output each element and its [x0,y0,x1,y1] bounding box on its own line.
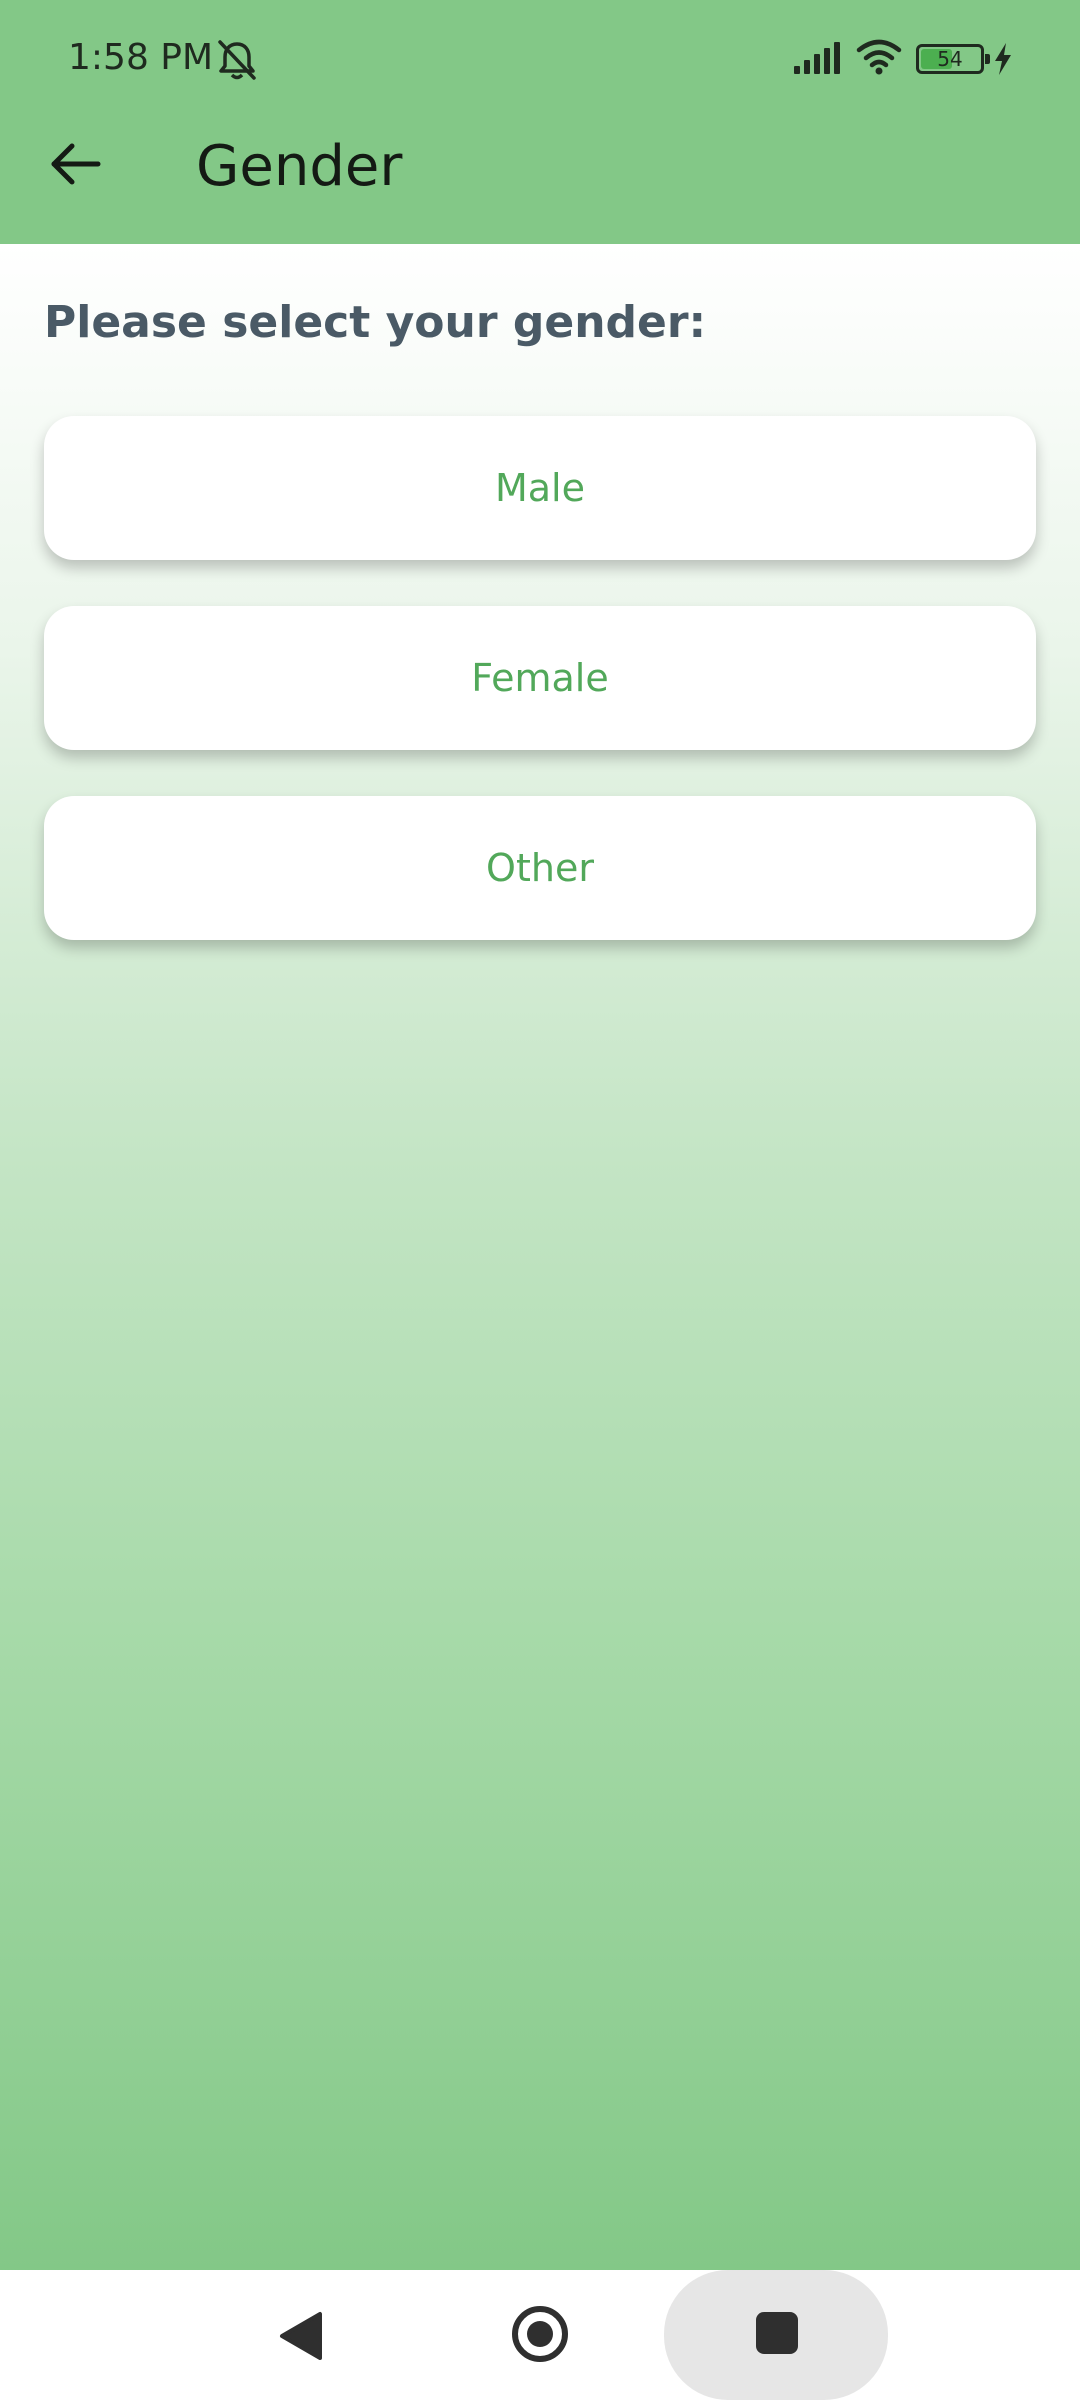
option-male-button[interactable]: Male [44,416,1036,560]
back-button[interactable] [40,128,112,200]
bell-muted-icon [218,40,256,80]
battery-icon: 54 [916,44,990,74]
battery-level: 54 [937,47,963,71]
arrow-left-icon [51,143,101,185]
gender-prompt: Please select your gender: [44,297,707,348]
option-female-button[interactable]: Female [44,606,1036,750]
option-label: Other [486,846,594,890]
status-bar: 1:58 PM 54 [0,0,1080,118]
option-label: Male [494,466,585,510]
page-title: Gender [196,134,403,199]
nav-home-icon[interactable] [510,2304,570,2364]
charging-bolt-icon [995,43,1011,75]
status-time: 1:58 PM [68,37,214,78]
app-header: 1:58 PM 54 Gender [0,0,1080,244]
wifi-icon [856,39,902,75]
main-content: Please select your gender: Male Female O… [0,244,1080,2270]
nav-recents-icon[interactable] [756,2312,798,2354]
system-nav-bar [0,2270,1080,2400]
option-label: Female [471,656,609,700]
signal-icon [794,42,840,74]
option-other-button[interactable]: Other [44,796,1036,940]
battery-nub [985,54,990,64]
nav-back-icon[interactable] [278,2310,324,2362]
